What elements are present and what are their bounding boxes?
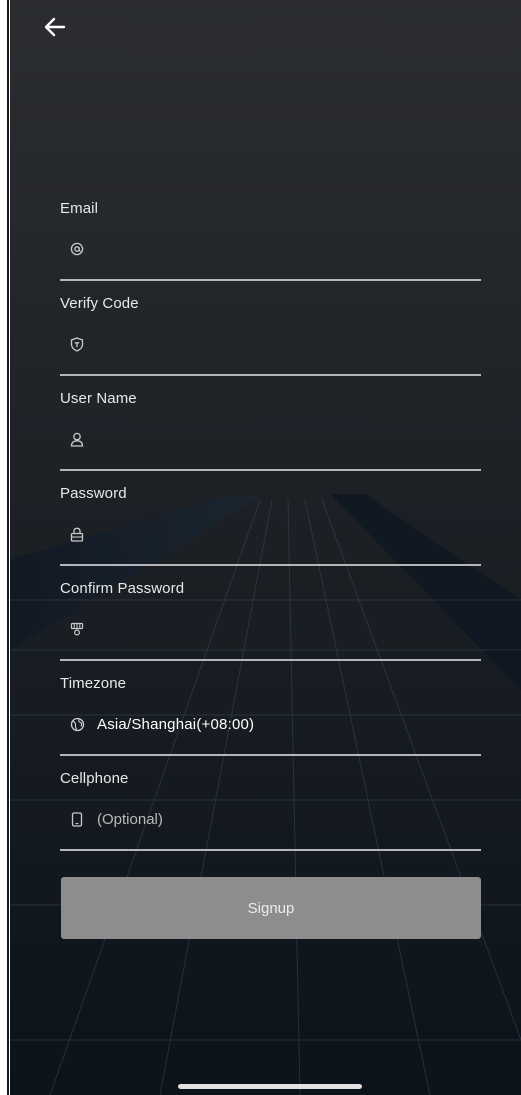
lock-icon — [67, 524, 87, 544]
field-underline — [60, 374, 481, 376]
field-underline — [60, 849, 481, 851]
password-field: Password — [60, 481, 481, 576]
field-underline — [60, 279, 481, 281]
phone-icon — [67, 809, 87, 829]
field-underline — [60, 754, 481, 756]
field-underline — [60, 659, 481, 661]
left-border — [7, 0, 9, 1095]
key-icon — [67, 619, 87, 639]
confirm-password-input[interactable] — [97, 615, 480, 643]
signup-form: Email Verify Code User Name Password Con… — [60, 196, 481, 861]
timezone-value[interactable]: Asia/Shanghai(+08:00) — [97, 716, 254, 733]
email-label: Email — [60, 200, 99, 217]
timezone-label: Timezone — [60, 675, 127, 692]
cellphone-label: Cellphone — [60, 770, 129, 787]
confirm-password-field: Confirm Password — [60, 576, 481, 671]
user-icon — [67, 429, 87, 449]
email-input[interactable] — [97, 235, 480, 263]
signup-button[interactable]: Signup — [61, 877, 481, 939]
shield-icon — [67, 334, 87, 354]
verify-code-label: Verify Code — [60, 295, 139, 312]
cellphone-field: Cellphone — [60, 766, 481, 861]
at-sign-icon — [67, 239, 87, 259]
back-button[interactable] — [38, 10, 72, 44]
timezone-field[interactable]: Timezone Asia/Shanghai(+08:00) — [60, 671, 481, 766]
arrow-left-icon — [44, 17, 66, 37]
signup-screen: Email Verify Code User Name Password Con… — [10, 0, 521, 1095]
user-name-field: User Name — [60, 386, 481, 481]
email-field: Email — [60, 196, 481, 291]
password-label: Password — [60, 485, 127, 502]
user-name-label: User Name — [60, 390, 137, 407]
password-input[interactable] — [97, 520, 480, 548]
home-indicator — [178, 1084, 362, 1089]
field-underline — [60, 469, 481, 471]
confirm-password-label: Confirm Password — [60, 580, 185, 597]
globe-icon — [67, 714, 87, 734]
verify-code-input[interactable] — [97, 330, 480, 358]
verify-code-field: Verify Code — [60, 291, 481, 386]
user-name-input[interactable] — [97, 425, 480, 453]
field-underline — [60, 564, 481, 566]
cellphone-input[interactable] — [97, 805, 480, 833]
